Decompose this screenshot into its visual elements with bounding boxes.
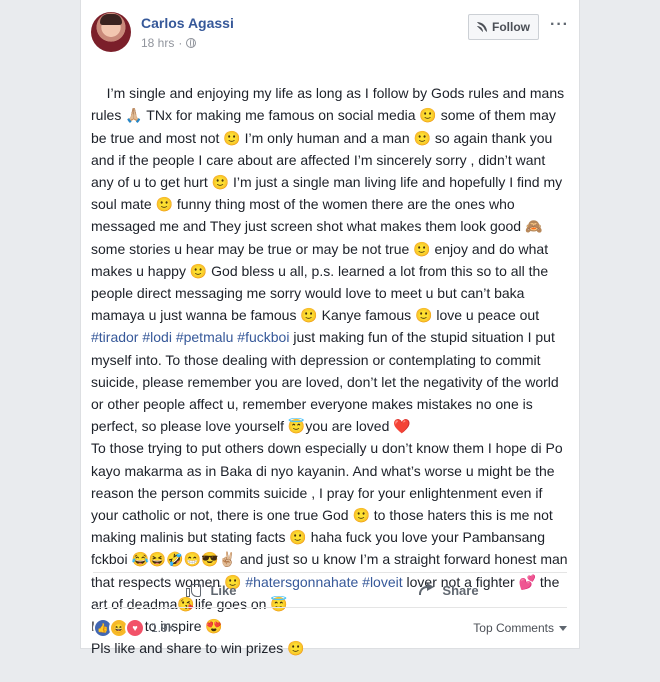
rss-icon (477, 22, 487, 32)
avatar[interactable] (91, 12, 131, 52)
share-label: Share (442, 582, 479, 598)
top-comments-label: Top Comments (473, 621, 554, 635)
meta-separator: · (178, 36, 183, 50)
post-meta: 18 hrs · (141, 36, 197, 50)
follow-label: Follow (492, 20, 530, 34)
like-button[interactable]: Like (93, 573, 330, 607)
post-card: Carlos Agassi 18 hrs · Follow ··· I’m si… (80, 0, 580, 656)
post-time[interactable]: 18 hrs (141, 36, 174, 50)
post-footer: 👍 😆 ♥ 1.9K Top Comments (93, 616, 567, 640)
follow-button[interactable]: Follow (468, 14, 539, 40)
share-arrow-icon (418, 583, 435, 597)
top-comments-dropdown[interactable]: Top Comments (473, 621, 567, 635)
post-text: just making fun of the stupid situation … (91, 329, 568, 590)
post-text: I’m single and enjoying my life as long … (91, 85, 569, 324)
action-bar: Like Share (93, 572, 567, 608)
author-name[interactable]: Carlos Agassi (141, 15, 234, 31)
share-button[interactable]: Share (330, 573, 567, 607)
caret-down-icon (559, 625, 567, 631)
globe-icon (186, 38, 197, 48)
reactions-summary[interactable]: 👍 😆 ♥ 1.9K (93, 618, 176, 638)
hashtags-link[interactable]: #tirador #lodi #petmalu #fuckboi (91, 329, 289, 345)
more-options-icon[interactable]: ··· (550, 16, 569, 34)
post-header: Carlos Agassi 18 hrs · Follow ··· (91, 12, 569, 56)
love-reaction-icon: ♥ (125, 618, 145, 638)
like-label: Like (210, 582, 237, 598)
reaction-count: 1.9K (151, 621, 176, 635)
thumbs-up-icon (186, 582, 202, 598)
